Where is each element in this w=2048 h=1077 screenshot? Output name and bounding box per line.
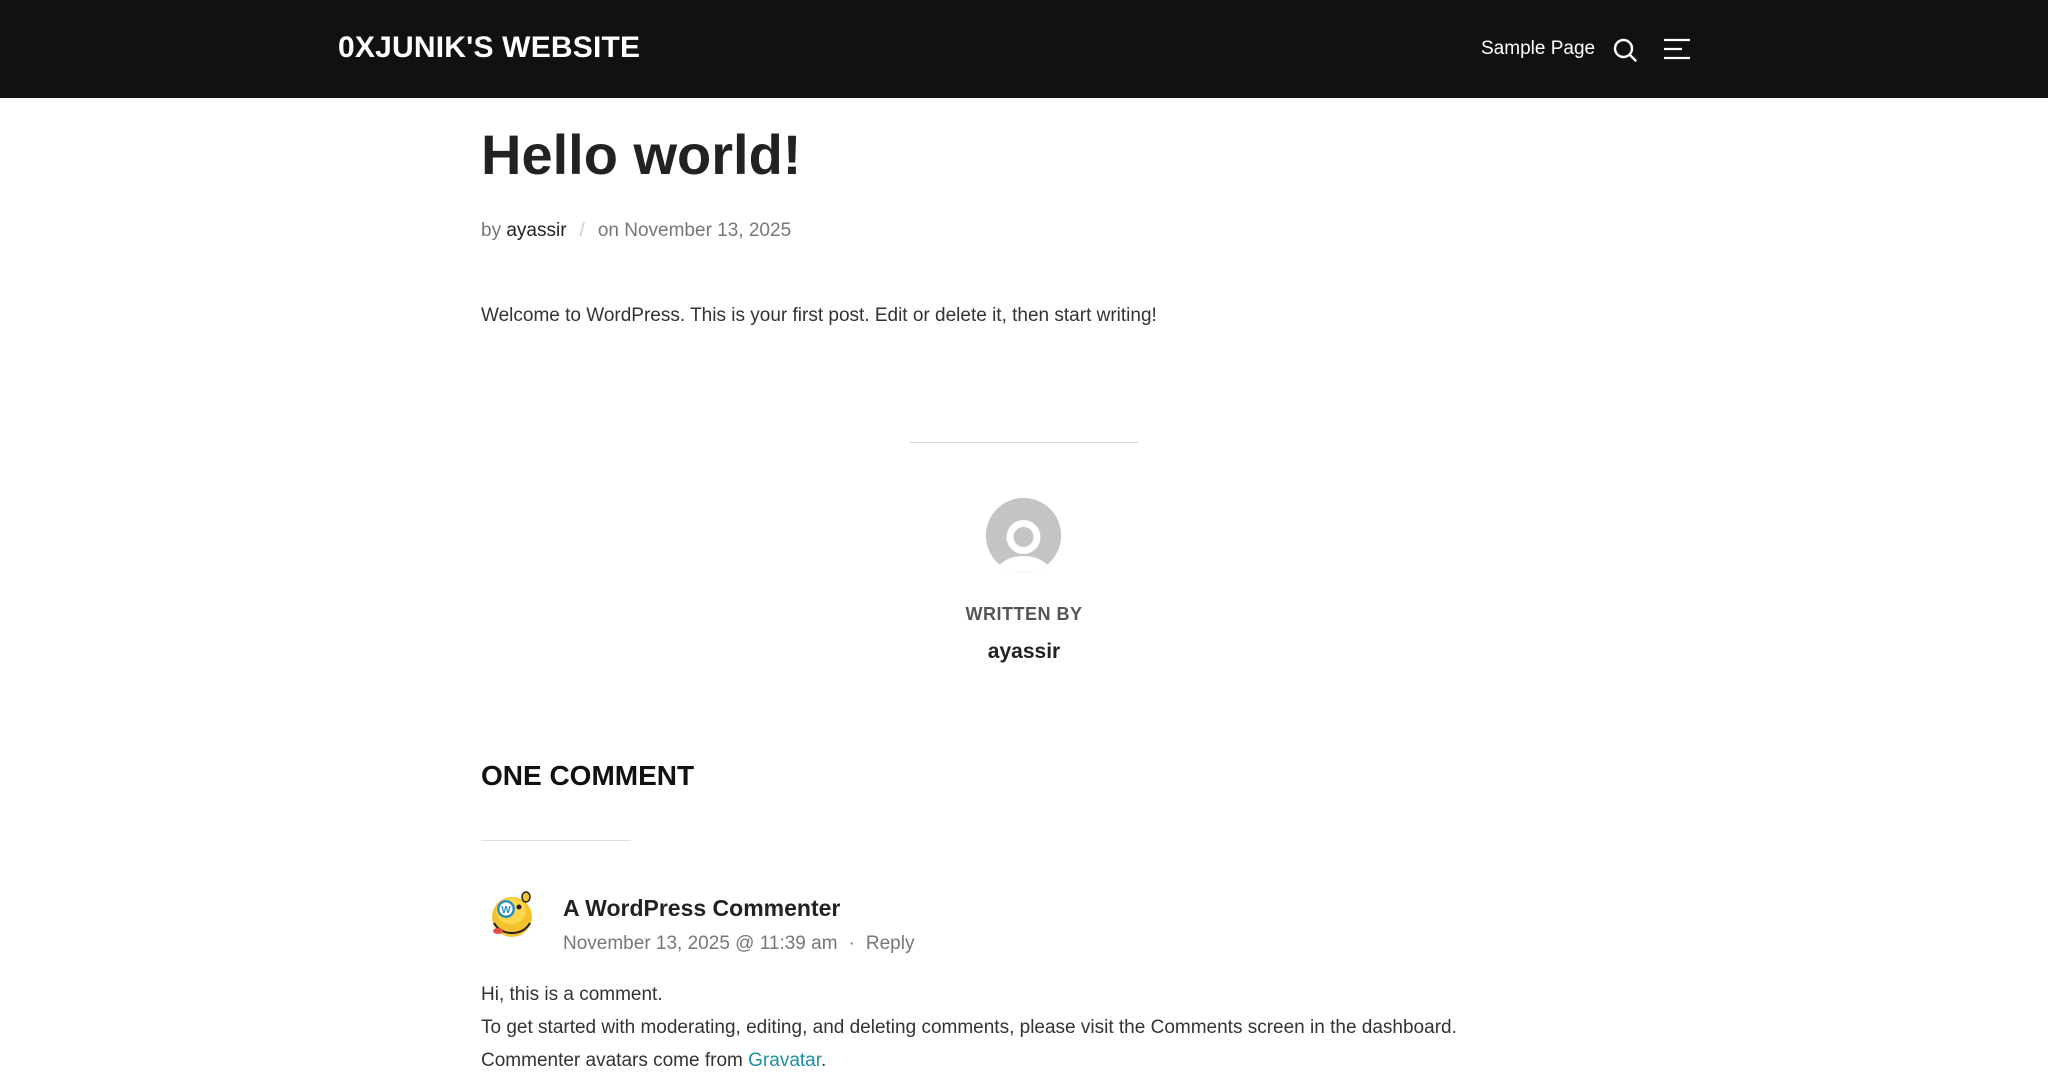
site-title-link[interactable]: 0XJUNIK'S WEBSITE — [338, 28, 640, 68]
menu-icon[interactable] — [1662, 37, 1694, 61]
comment-author-name: A WordPress Commenter — [563, 895, 841, 921]
written-by-label: WRITTEN BY — [965, 604, 1083, 624]
comments-title: ONE COMMENT — [481, 760, 695, 791]
author-divider — [909, 442, 1139, 443]
post-meta-by-label: by — [481, 220, 502, 241]
comment-line-1: Hi, this is a comment. — [481, 984, 663, 1005]
comments-divider — [481, 840, 631, 841]
post-meta-separator: / — [579, 220, 585, 241]
comment-line-3: Commenter avatars come from Gravatar. — [481, 1044, 1457, 1077]
comment-reply-link[interactable]: Reply — [866, 933, 915, 954]
post-author-link[interactable]: ayassir — [506, 220, 566, 241]
gravatar-link[interactable]: Gravatar — [748, 1050, 821, 1071]
nav-sample-page[interactable]: Sample Page — [1481, 36, 1595, 62]
post-meta-on-label: on — [597, 220, 619, 241]
comment-meta: November 13, 2025 @ 11:39 am · Reply — [563, 931, 914, 957]
author-avatar — [986, 498, 1061, 573]
post-title: Hello world! — [481, 123, 802, 186]
svg-text:W: W — [501, 905, 511, 916]
comment-line-3-suffix: . — [821, 1050, 827, 1071]
author-name-link[interactable]: ayassir — [0, 638, 2048, 666]
comment-body: Hi, this is a comment. To get started wi… — [481, 978, 1457, 1077]
comment-meta-dot: · — [848, 933, 855, 954]
post-date-link[interactable]: November 13, 2025 — [624, 220, 791, 241]
comment-date-link[interactable]: November 13, 2025 @ 11:39 am — [563, 933, 838, 954]
comment-line-3-prefix: Commenter avatars come from — [481, 1050, 749, 1071]
site-header: 0XJUNIK'S WEBSITE Sample Page — [0, 0, 2048, 98]
comment-line-2: To get started with moderating, editing,… — [481, 1017, 1457, 1038]
search-icon[interactable] — [1611, 36, 1639, 64]
wapuu-avatar-icon: W — [486, 889, 536, 939]
post-meta: by ayassir / on November 13, 2025 — [481, 218, 791, 244]
post-content: Welcome to WordPress. This is your first… — [481, 305, 1157, 326]
